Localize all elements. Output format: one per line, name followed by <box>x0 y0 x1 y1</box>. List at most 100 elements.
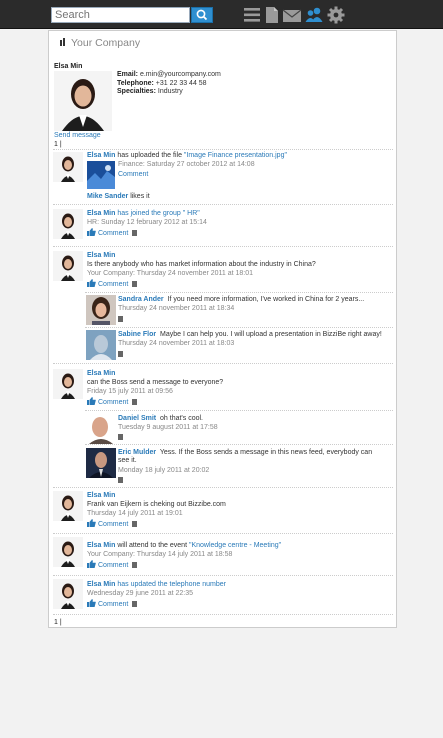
feed-text[interactable]: has joined the group " HR" <box>117 210 199 217</box>
avatar[interactable] <box>53 251 83 281</box>
comment-link[interactable]: Comment <box>98 562 128 569</box>
reply-text: Maybe I can help you. I will upload a pr… <box>160 331 382 338</box>
like-icon[interactable] <box>87 599 96 607</box>
comment-link[interactable]: Comment <box>98 230 128 237</box>
comment-link[interactable]: Comment <box>98 281 128 288</box>
people-icon[interactable] <box>304 6 324 24</box>
feed-meta: Friday 15 july 2011 at 09:56 <box>87 388 173 395</box>
divider <box>85 292 393 293</box>
comment-action: Comment <box>87 560 138 569</box>
avatar[interactable] <box>53 209 83 239</box>
reply-meta: Tuesday 9 august 2011 at 17:58 <box>118 424 218 431</box>
company-name: Your Company <box>71 37 141 49</box>
divider <box>85 410 393 411</box>
comment-action: Comment <box>87 599 138 608</box>
divider <box>85 327 393 328</box>
avatar[interactable] <box>86 330 116 360</box>
comment-link[interactable]: Comment <box>98 601 128 608</box>
feed-text: Frank van Eijkern is cheking out Bizzibe… <box>87 501 226 508</box>
document-icon[interactable] <box>262 6 282 24</box>
comment-action: Comment <box>87 228 138 237</box>
profile-info: Email: e.min@yourcompany.com Telephone: … <box>117 71 221 97</box>
feed-author[interactable]: Elsa Min <box>87 370 115 377</box>
feed-author[interactable]: Elsa Min <box>87 152 115 159</box>
avatar[interactable] <box>53 491 83 521</box>
delete-icon[interactable] <box>132 281 138 287</box>
mail-icon[interactable] <box>282 6 302 24</box>
avatar[interactable] <box>53 152 83 182</box>
feed-meta: HR: Sunday 12 february 2012 at 15:14 <box>87 219 207 226</box>
feed-file-link[interactable]: "Image Finance presentation.jpg" <box>184 152 287 159</box>
profile-specialties: Industry <box>157 88 183 95</box>
feed-author[interactable]: Elsa Min <box>87 492 115 499</box>
company-brand: Your Company <box>60 37 140 51</box>
like-icon[interactable] <box>87 397 96 405</box>
delete-icon[interactable] <box>132 562 138 568</box>
delete-icon[interactable] <box>118 477 123 483</box>
feed-author[interactable]: Elsa Min <box>87 252 115 259</box>
divider <box>53 487 393 488</box>
feed-author: Elsa Min <box>87 370 115 378</box>
avatar[interactable] <box>86 295 116 325</box>
delete-icon[interactable] <box>132 399 138 405</box>
feed-text[interactable]: has updated the telephone number <box>117 581 226 588</box>
comment-action: Comment <box>87 397 138 406</box>
company-logo-icon <box>60 38 68 46</box>
reply-author[interactable]: Daniel Smit <box>118 415 156 422</box>
delete-icon[interactable] <box>118 316 123 322</box>
like-icon[interactable] <box>87 560 96 568</box>
feed-item-header: Elsa Min will attend to the event "Knowl… <box>87 542 281 550</box>
delete-icon[interactable] <box>132 230 138 236</box>
avatar[interactable] <box>53 369 83 399</box>
feed-text: Is there anybody who has market informat… <box>87 261 316 268</box>
pager-bottom[interactable]: 1 | <box>54 619 62 626</box>
feed-item-header: Elsa Min has uploaded the file "Image Fi… <box>87 152 287 160</box>
like-icon[interactable] <box>87 279 96 287</box>
feed-meta: Your Company: Thursday 14 july 2011 at 1… <box>87 551 233 558</box>
feed-meta: Thursday 14 july 2011 at 19:01 <box>87 510 183 517</box>
reply-meta: Thursday 24 november 2011 at 18:03 <box>118 340 235 347</box>
comment-link[interactable]: Comment <box>118 171 148 178</box>
specialties-label: Specialties: <box>117 88 156 95</box>
feed-author[interactable]: Elsa Min <box>87 581 115 588</box>
profile-name: Elsa Min <box>54 63 83 70</box>
divider <box>53 204 393 205</box>
feed-text: will attend to the event <box>117 542 189 549</box>
feed-text: has uploaded the file <box>117 152 184 159</box>
avatar[interactable] <box>53 579 83 609</box>
search-input[interactable] <box>51 7 190 23</box>
likes-author[interactable]: Mike Sander <box>87 193 128 200</box>
search-button[interactable] <box>191 7 213 23</box>
send-message-link[interactable]: Send message <box>54 132 101 139</box>
comment-link[interactable]: Comment <box>98 399 128 406</box>
reply-header: Sandra Ander If you need more informatio… <box>118 296 364 304</box>
reply-text: oh that's cool. <box>160 415 203 422</box>
list-icon[interactable] <box>242 6 262 24</box>
like-icon[interactable] <box>87 519 96 527</box>
delete-icon[interactable] <box>118 351 123 357</box>
pager-top[interactable]: 1 | <box>54 141 62 148</box>
reply-author[interactable]: Eric Mulder <box>118 449 156 456</box>
like-icon[interactable] <box>87 228 96 236</box>
feed-item-header: Elsa Min has updated the telephone numbe… <box>87 581 226 589</box>
file-thumbnail[interactable] <box>87 161 115 189</box>
reply-author[interactable]: Sabine Flor <box>118 331 156 338</box>
feed-author: Elsa Min <box>87 252 115 260</box>
reply-meta: Monday 18 july 2011 at 20:02 <box>118 467 210 474</box>
gear-icon[interactable] <box>326 6 346 24</box>
reply-header: Sabine Flor Maybe I can help you. I will… <box>118 331 382 339</box>
avatar[interactable] <box>86 414 116 444</box>
avatar[interactable] <box>53 537 83 567</box>
divider <box>53 246 393 247</box>
avatar[interactable] <box>86 448 116 478</box>
delete-icon[interactable] <box>118 434 123 440</box>
delete-icon[interactable] <box>132 601 138 607</box>
reply-header: Eric Mulder Yess. If the Boss sends a me… <box>118 449 380 465</box>
feed-author[interactable]: Elsa Min <box>87 542 115 549</box>
delete-icon[interactable] <box>132 521 138 527</box>
feed-event-link[interactable]: "Knowledge centre - Meeting" <box>189 542 281 549</box>
comment-action: Comment <box>87 279 138 288</box>
feed-author[interactable]: Elsa Min <box>87 210 115 217</box>
comment-link[interactable]: Comment <box>98 521 128 528</box>
reply-author[interactable]: Sandra Ander <box>118 296 164 303</box>
